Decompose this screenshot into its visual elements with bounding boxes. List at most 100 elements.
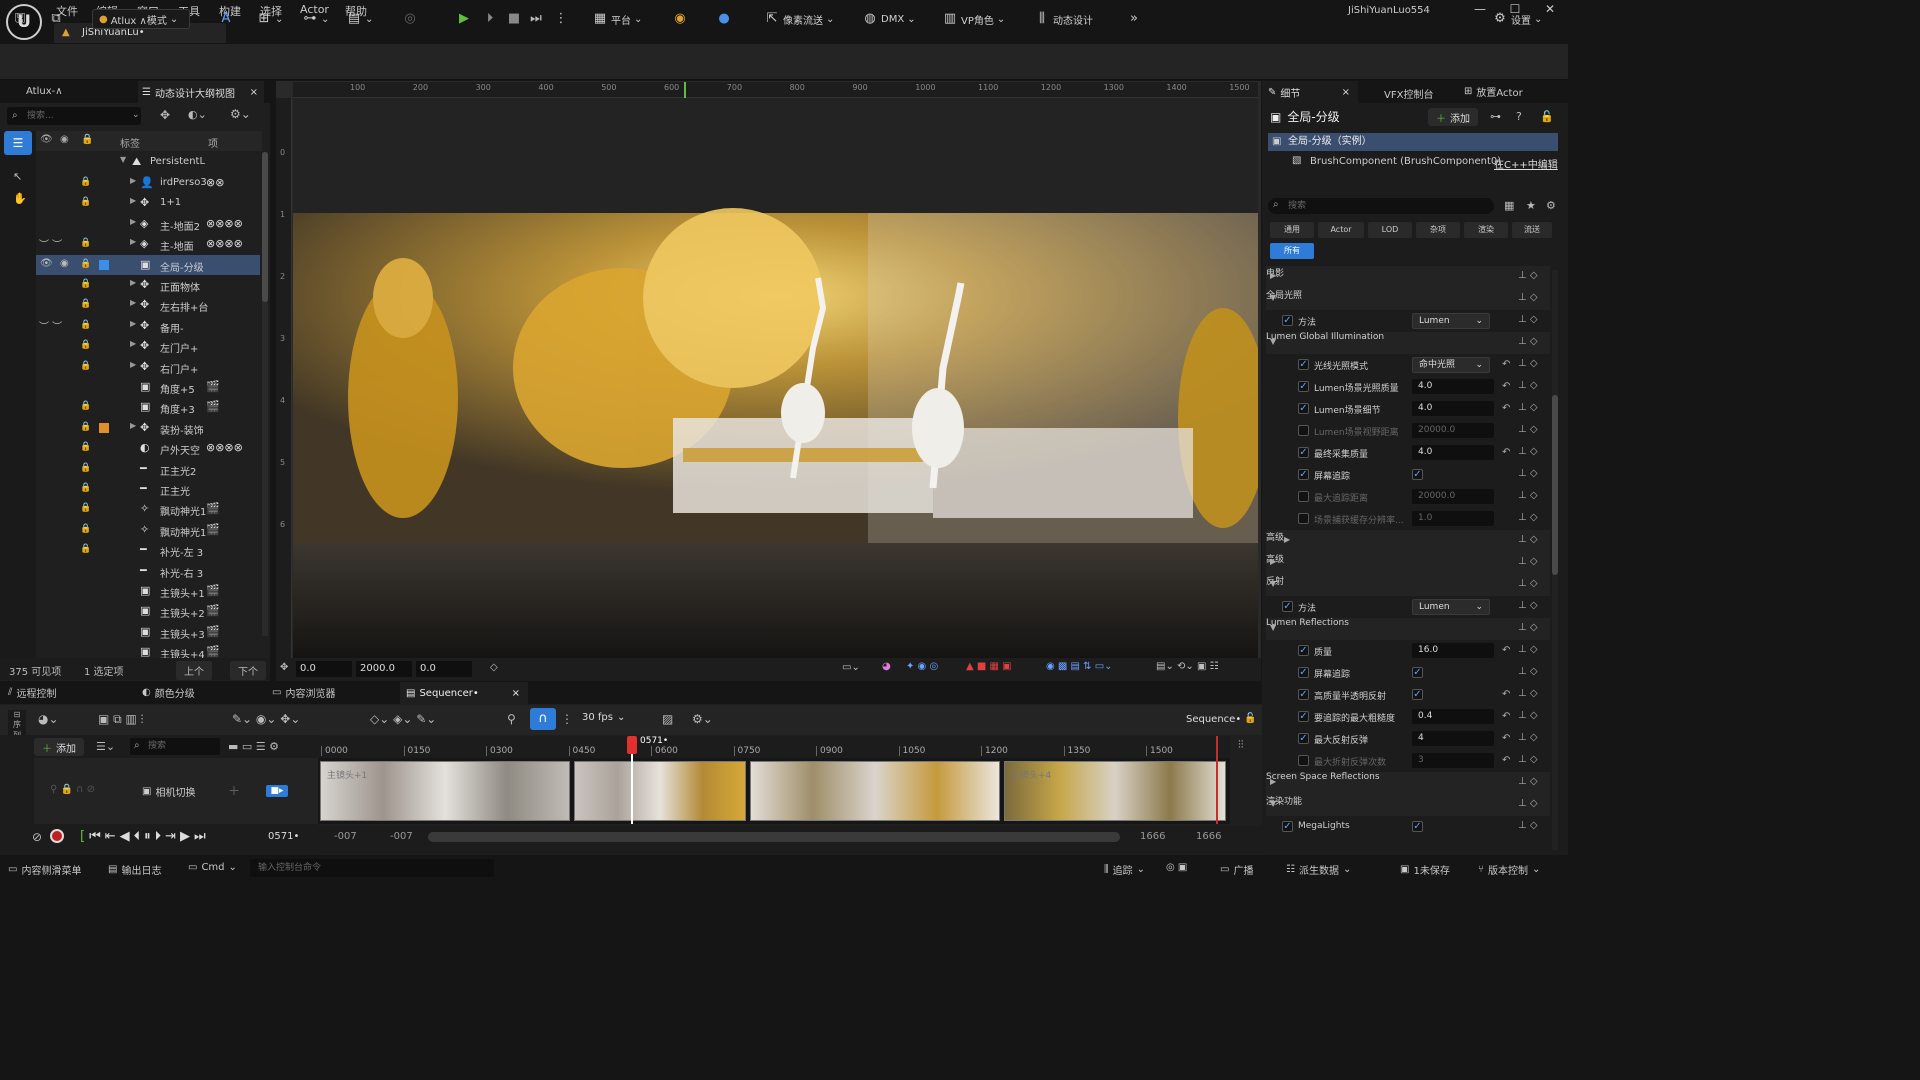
reset-to-default-icon[interactable]: ↶ <box>1502 381 1510 392</box>
filter-streaming[interactable]: 流送 <box>1512 222 1552 238</box>
expand-arrow-icon[interactable]: ▶ <box>130 339 136 348</box>
add-track-button[interactable]: ＋ 添加 <box>34 738 84 756</box>
close-icon[interactable]: × <box>1342 87 1350 98</box>
blueprint-icon[interactable]: ⊶ <box>302 11 318 27</box>
outliner-row[interactable]: ︶ ︶ 🔒 ▶ ✥ 备用- <box>36 316 260 336</box>
playhead-handle[interactable] <box>627 736 637 754</box>
lock-icon[interactable]: 🔒 <box>80 238 91 249</box>
property-key-icon[interactable]: ⊥ ◇ <box>1518 732 1538 743</box>
property-value-input[interactable]: 4.0 <box>1412 379 1494 394</box>
property-dropdown[interactable]: Lumen ⌄ <box>1412 599 1490 615</box>
outliner-row[interactable]: 🔒 ✧ 飘动神光1 🎬 <box>36 520 260 540</box>
property-checkbox[interactable]: ✓ <box>1412 821 1423 832</box>
override-checkbox[interactable]: ✓ <box>1298 381 1309 392</box>
record-icon[interactable] <box>50 829 64 843</box>
viewport-scene[interactable] <box>293 98 1258 658</box>
outliner-row[interactable]: ▣ 主镜头+2 🎬 <box>36 601 260 621</box>
expand-arrow-icon[interactable]: ▶ <box>130 196 136 205</box>
outliner-row[interactable]: 🔒 ▶ ✥ 1+1 <box>36 193 260 213</box>
mode-dropdown[interactable]: ● Atlux ∧模式 ⌄ <box>92 9 190 29</box>
lock-icon[interactable]: 🔒 <box>80 422 91 433</box>
section-reset-icon[interactable]: ⊥ ◇ <box>1518 798 1538 809</box>
property-key-icon[interactable]: ⊥ ◇ <box>1518 688 1538 699</box>
curve-editor-icon[interactable]: ▨ <box>662 712 673 726</box>
lighting-icon[interactable]: ✦ ◉ ◎ <box>906 661 938 672</box>
details-section-film[interactable]: ▶ 电影 ⊥ ◇ <box>1266 266 1550 288</box>
expand-arrow-icon[interactable]: ▼ <box>1270 799 1276 808</box>
override-checkbox[interactable]: ✓ <box>1282 315 1293 326</box>
track-search-input[interactable]: 搜索 <box>130 738 220 755</box>
property-value-input[interactable]: 1.0 <box>1412 511 1494 526</box>
lock-icon[interactable]: 🔒 <box>80 442 91 453</box>
expand-arrow-icon[interactable]: ▶ <box>130 421 136 430</box>
override-checkbox[interactable]: ✓ <box>1298 667 1309 678</box>
world-icon[interactable]: ◕⌄ <box>38 712 59 726</box>
outliner-row[interactable]: ▶ ◈ 主-地面2 ⊗⊗⊗⊗ <box>36 214 260 234</box>
expand-arrow-icon[interactable]: ▶ <box>130 176 136 185</box>
outliner-row[interactable]: 🔒 ▶ 👤 irdPerso3 ⊗⊗ <box>36 173 260 193</box>
seq-save-icon[interactable]: ▣ ⧉ ▥ ⫶ <box>98 712 144 727</box>
game-visibility-header-icon[interactable]: ◉ <box>60 134 69 145</box>
next-button[interactable]: 下个 <box>230 661 266 680</box>
help-icon[interactable]: ? <box>1516 110 1522 123</box>
live-coding-icon[interactable]: ◎ ▣ <box>1166 862 1187 873</box>
color-wheel-icon[interactable]: ◕ <box>882 661 891 672</box>
property-value-input[interactable]: 16.0 <box>1412 643 1494 658</box>
override-checkbox[interactable]: ✓ <box>1298 403 1309 414</box>
property-key-icon[interactable]: ⊥ ◇ <box>1518 314 1538 325</box>
section-reset-icon[interactable]: ⊥ ◇ <box>1518 534 1538 545</box>
add-camera-icon[interactable]: ＋ <box>228 782 240 799</box>
edit-cpp-link[interactable]: 在C++中编辑 <box>1494 156 1558 171</box>
property-value-input[interactable]: 4 <box>1412 731 1494 746</box>
eye-filter-icon[interactable]: ◐⌄ <box>188 108 207 121</box>
property-key-icon[interactable]: ⊥ ◇ <box>1518 666 1538 677</box>
mixer-icon[interactable]: ⫶⫶ <box>1238 738 1244 752</box>
lock-icon[interactable]: 🔒 <box>80 299 91 310</box>
section-reset-icon[interactable]: ⊥ ◇ <box>1518 578 1538 589</box>
expand-arrow-icon[interactable]: ▼ <box>1270 293 1276 302</box>
tab-vfx-console[interactable]: VFX控制台 <box>1384 86 1433 101</box>
expand-arrow-icon[interactable]: ▶ <box>130 319 136 328</box>
override-checkbox[interactable]: ✓ <box>1298 645 1309 656</box>
details-section-lumen-gi[interactable]: ▼ Lumen Global Illumination ⊥ ◇ <box>1266 332 1550 354</box>
expand-arrow-icon[interactable]: ▶ <box>1270 271 1276 280</box>
tab-color-grading[interactable]: ◐ 颜色分级 <box>142 685 195 700</box>
star-icon[interactable]: ★ <box>1526 199 1536 212</box>
expand-arrow-icon[interactable]: ▼ <box>1270 623 1276 632</box>
lock-icon[interactable]: 🔒 <box>80 340 91 351</box>
section-reset-icon[interactable]: ⊥ ◇ <box>1518 270 1538 281</box>
property-key-icon[interactable]: ⊥ ◇ <box>1518 600 1538 611</box>
dmx-button[interactable]: ◍ DMX ⌄ <box>862 9 915 29</box>
camera-clip[interactable]: 主镜头+1 <box>320 761 570 821</box>
more-icon[interactable]: » <box>1126 11 1142 27</box>
property-value-input[interactable]: 4.0 <box>1412 445 1494 460</box>
details-section-advanced2[interactable]: ▶ 高级 ⊥ ◇ <box>1266 552 1550 574</box>
move-icon[interactable]: ✥ <box>160 108 170 122</box>
override-checkbox[interactable]: ✓ <box>1298 733 1309 744</box>
property-dropdown[interactable]: 命中光照 ⌄ <box>1412 357 1490 373</box>
tab-content-browser[interactable]: ▭ 内容浏览器 <box>272 685 335 700</box>
details-settings-icon[interactable]: ⚙ <box>1546 199 1556 212</box>
transport-controls[interactable]: [⏮⇤◀⏴⏸⏵⇥▶⏭ <box>80 829 210 844</box>
view-mode-icon[interactable]: ▭⌄ <box>842 662 860 673</box>
broadcast-button[interactable]: ▭ 广播 <box>1220 862 1253 877</box>
source-control-icon[interactable]: ◎ <box>402 11 418 27</box>
track-view-icons[interactable]: ▬ ▭ ☰ ⚙ <box>228 740 279 753</box>
derived-data-button[interactable]: ☷ 派生数据 ⌄ <box>1286 862 1351 877</box>
lock-icon[interactable]: 🔒 <box>80 177 91 188</box>
seq-settings-icon[interactable]: ⚙⌄ <box>692 712 713 726</box>
realtime-icon[interactable]: ◉ ▩ ▤ ⇅ ▭⌄ <box>1046 661 1113 672</box>
override-checkbox[interactable]: ✓ <box>1298 447 1309 458</box>
property-value-input[interactable]: 20000.0 <box>1412 489 1494 504</box>
expand-arrow-icon[interactable]: ▶ <box>130 360 136 369</box>
expand-arrow-icon[interactable]: ▶ <box>1270 777 1276 786</box>
reset-to-default-icon[interactable]: ↶ <box>1502 755 1510 766</box>
chevron-down-icon[interactable]: ⌄ <box>132 110 140 120</box>
override-checkbox[interactable]: ✓ <box>1282 601 1293 612</box>
reset-to-default-icon[interactable]: ↶ <box>1502 711 1510 722</box>
add-component-button[interactable]: ＋ 添加 <box>1428 108 1478 126</box>
outliner-row[interactable]: ▣ 主镜头+1 🎬 <box>36 581 260 601</box>
fps-dropdown[interactable]: 30 fps ⌄ <box>582 712 625 723</box>
lock-icon[interactable]: 🔓 <box>1244 713 1256 724</box>
filter-actor[interactable]: Actor <box>1318 222 1364 238</box>
